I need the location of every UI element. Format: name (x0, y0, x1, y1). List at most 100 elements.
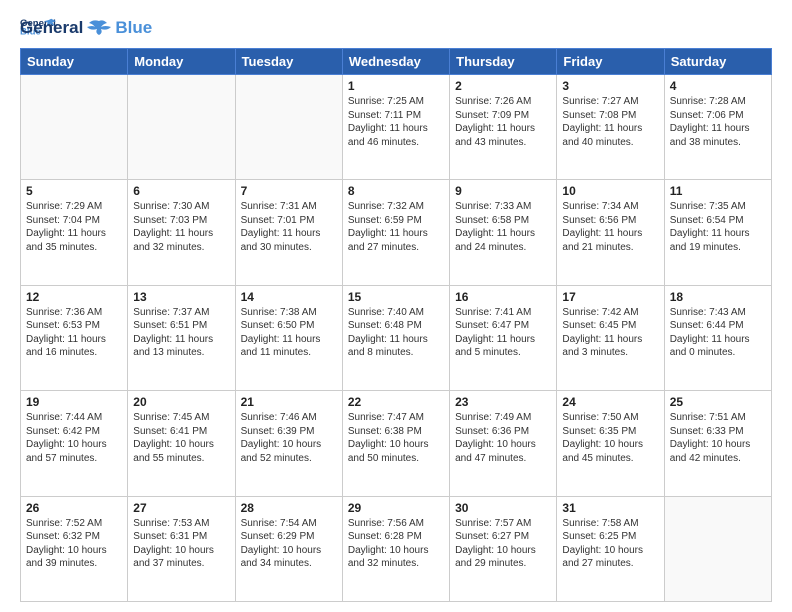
calendar-cell: 7 Sunrise: 7:31 AM Sunset: 7:01 PM Daylig… (235, 180, 342, 285)
calendar-cell: 17 Sunrise: 7:42 AM Sunset: 6:45 PM Dayli… (557, 285, 664, 390)
calendar-cell: 26 Sunrise: 7:52 AM Sunset: 6:32 PM Dayli… (21, 496, 128, 601)
day-number: 12 (26, 290, 122, 304)
calendar-week-1: 1Sunrise: 7:25 AM Sunset: 7:11 PM Daylig… (21, 75, 772, 180)
day-number: 15 (348, 290, 444, 304)
day-info: Sunrise: 7:43 AM Sunset: 6:44 PM Dayligh… (670, 306, 766, 360)
day-info: Sunrise: 7:52 AM Sunset: 6:32 PM Dayligh… (26, 517, 122, 571)
calendar-cell: 29Sunrise: 7:56 AM Sunset: 6:28 PM Dayli… (342, 496, 449, 601)
calendar-cell: 19 Sunrise: 7:44 AM Sunset: 6:42 PM Dayli… (21, 391, 128, 496)
day-number: 23 (455, 395, 551, 409)
calendar-week-2: 5 Sunrise: 7:29 AM Sunset: 7:04 PM Daylig… (21, 180, 772, 285)
day-number: 6 (133, 184, 229, 198)
col-header-wednesday: Wednesday (342, 49, 449, 75)
day-info: Sunrise: 7:38 AM Sunset: 6:50 PM Dayligh… (241, 306, 337, 360)
day-info: Sunrise: 7:36 AM Sunset: 6:53 PM Dayligh… (26, 306, 122, 360)
calendar-cell: 21 Sunrise: 7:46 AM Sunset: 6:39 PM Dayli… (235, 391, 342, 496)
calendar-cell: 13Sunrise: 7:37 AM Sunset: 6:51 PM Dayli… (128, 285, 235, 390)
calendar-cell: 4 Sunrise: 7:28 AM Sunset: 7:06 PM Daylig… (664, 75, 771, 180)
day-number: 1 (348, 79, 444, 93)
calendar-cell: 5 Sunrise: 7:29 AM Sunset: 7:04 PM Daylig… (21, 180, 128, 285)
calendar-cell: 9Sunrise: 7:33 AM Sunset: 6:58 PM Daylig… (450, 180, 557, 285)
day-info: Sunrise: 7:53 AM Sunset: 6:31 PM Dayligh… (133, 517, 229, 571)
day-info: Sunrise: 7:58 AM Sunset: 6:25 PM Dayligh… (562, 517, 658, 571)
calendar-cell: 12 Sunrise: 7:36 AM Sunset: 6:53 PM Dayli… (21, 285, 128, 390)
col-header-monday: Monday (128, 49, 235, 75)
day-number: 30 (455, 501, 551, 515)
calendar-cell: 11Sunrise: 7:35 AM Sunset: 6:54 PM Dayli… (664, 180, 771, 285)
day-info: Sunrise: 7:27 AM Sunset: 7:08 PM Dayligh… (562, 95, 658, 149)
day-info: Sunrise: 7:32 AM Sunset: 6:59 PM Dayligh… (348, 200, 444, 254)
day-number: 21 (241, 395, 337, 409)
day-number: 26 (26, 501, 122, 515)
day-info: Sunrise: 7:47 AM Sunset: 6:38 PM Dayligh… (348, 411, 444, 465)
day-number: 18 (670, 290, 766, 304)
day-info: Sunrise: 7:51 AM Sunset: 6:33 PM Dayligh… (670, 411, 766, 465)
day-number: 4 (670, 79, 766, 93)
calendar-cell: 28Sunrise: 7:54 AM Sunset: 6:29 PM Dayli… (235, 496, 342, 601)
logo-blue: Blue (115, 18, 152, 38)
day-info: Sunrise: 7:34 AM Sunset: 6:56 PM Dayligh… (562, 200, 658, 254)
day-info: Sunrise: 7:40 AM Sunset: 6:48 PM Dayligh… (348, 306, 444, 360)
day-number: 29 (348, 501, 444, 515)
calendar-cell: 18 Sunrise: 7:43 AM Sunset: 6:44 PM Dayli… (664, 285, 771, 390)
day-number: 8 (348, 184, 444, 198)
calendar-cell: 2Sunrise: 7:26 AM Sunset: 7:09 PM Daylig… (450, 75, 557, 180)
calendar-cell: 15 Sunrise: 7:40 AM Sunset: 6:48 PM Dayli… (342, 285, 449, 390)
day-info: Sunrise: 7:30 AM Sunset: 7:03 PM Dayligh… (133, 200, 229, 254)
day-number: 24 (562, 395, 658, 409)
calendar-cell: 25 Sunrise: 7:51 AM Sunset: 6:33 PM Dayli… (664, 391, 771, 496)
day-number: 17 (562, 290, 658, 304)
day-info: Sunrise: 7:54 AM Sunset: 6:29 PM Dayligh… (241, 517, 337, 571)
day-number: 5 (26, 184, 122, 198)
calendar-cell: 1Sunrise: 7:25 AM Sunset: 7:11 PM Daylig… (342, 75, 449, 180)
calendar-cell: 24 Sunrise: 7:50 AM Sunset: 6:35 PM Dayli… (557, 391, 664, 496)
page: General Blue General Blue SundayMondayTu… (0, 0, 792, 612)
header: General Blue General Blue (20, 16, 772, 38)
day-info: Sunrise: 7:26 AM Sunset: 7:09 PM Dayligh… (455, 95, 551, 149)
col-header-sunday: Sunday (21, 49, 128, 75)
day-number: 7 (241, 184, 337, 198)
calendar-cell (664, 496, 771, 601)
day-number: 14 (241, 290, 337, 304)
day-number: 25 (670, 395, 766, 409)
day-number: 22 (348, 395, 444, 409)
day-number: 16 (455, 290, 551, 304)
day-info: Sunrise: 7:49 AM Sunset: 6:36 PM Dayligh… (455, 411, 551, 465)
calendar-cell: 31 Sunrise: 7:58 AM Sunset: 6:25 PM Dayli… (557, 496, 664, 601)
day-info: Sunrise: 7:42 AM Sunset: 6:45 PM Dayligh… (562, 306, 658, 360)
calendar-cell: 10 Sunrise: 7:34 AM Sunset: 6:56 PM Dayli… (557, 180, 664, 285)
calendar-cell: 3Sunrise: 7:27 AM Sunset: 7:08 PM Daylig… (557, 75, 664, 180)
day-info: Sunrise: 7:45 AM Sunset: 6:41 PM Dayligh… (133, 411, 229, 465)
calendar-cell: 16 Sunrise: 7:41 AM Sunset: 6:47 PM Dayli… (450, 285, 557, 390)
calendar-week-5: 26 Sunrise: 7:52 AM Sunset: 6:32 PM Dayli… (21, 496, 772, 601)
calendar-cell: 23 Sunrise: 7:49 AM Sunset: 6:36 PM Dayli… (450, 391, 557, 496)
day-info: Sunrise: 7:41 AM Sunset: 6:47 PM Dayligh… (455, 306, 551, 360)
calendar-cell: 14 Sunrise: 7:38 AM Sunset: 6:50 PM Dayli… (235, 285, 342, 390)
day-number: 27 (133, 501, 229, 515)
day-number: 31 (562, 501, 658, 515)
calendar-cell: 8 Sunrise: 7:32 AM Sunset: 6:59 PM Daylig… (342, 180, 449, 285)
day-number: 13 (133, 290, 229, 304)
day-info: Sunrise: 7:31 AM Sunset: 7:01 PM Dayligh… (241, 200, 337, 254)
day-number: 10 (562, 184, 658, 198)
day-info: Sunrise: 7:46 AM Sunset: 6:39 PM Dayligh… (241, 411, 337, 465)
calendar-cell: 6 Sunrise: 7:30 AM Sunset: 7:03 PM Daylig… (128, 180, 235, 285)
calendar-header-row: SundayMondayTuesdayWednesdayThursdayFrid… (21, 49, 772, 75)
calendar-cell: 20Sunrise: 7:45 AM Sunset: 6:41 PM Dayli… (128, 391, 235, 496)
bird-icon (85, 19, 113, 37)
day-number: 11 (670, 184, 766, 198)
calendar-table: SundayMondayTuesdayWednesdayThursdayFrid… (20, 48, 772, 602)
col-header-tuesday: Tuesday (235, 49, 342, 75)
day-number: 19 (26, 395, 122, 409)
day-info: Sunrise: 7:44 AM Sunset: 6:42 PM Dayligh… (26, 411, 122, 465)
calendar-cell: 30Sunrise: 7:57 AM Sunset: 6:27 PM Dayli… (450, 496, 557, 601)
logo-general: General (20, 18, 83, 38)
calendar-cell: 27 Sunrise: 7:53 AM Sunset: 6:31 PM Dayli… (128, 496, 235, 601)
day-info: Sunrise: 7:50 AM Sunset: 6:35 PM Dayligh… (562, 411, 658, 465)
day-info: Sunrise: 7:29 AM Sunset: 7:04 PM Dayligh… (26, 200, 122, 254)
calendar-week-4: 19 Sunrise: 7:44 AM Sunset: 6:42 PM Dayli… (21, 391, 772, 496)
day-info: Sunrise: 7:28 AM Sunset: 7:06 PM Dayligh… (670, 95, 766, 149)
day-info: Sunrise: 7:33 AM Sunset: 6:58 PM Dayligh… (455, 200, 551, 254)
col-header-friday: Friday (557, 49, 664, 75)
calendar-cell (128, 75, 235, 180)
